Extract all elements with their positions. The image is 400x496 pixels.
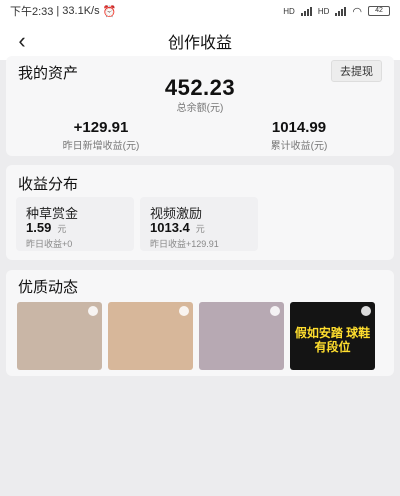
feed-card: 优质动态 假如安踏 球鞋有段位 bbox=[6, 270, 394, 376]
nav-bar: ‹ 创作收益 bbox=[0, 22, 400, 60]
video-icon bbox=[270, 306, 280, 316]
battery-icon: 42 bbox=[368, 6, 390, 16]
yesterday-earnings-value: +129.91 bbox=[73, 119, 129, 136]
dist-item-unit: 元 bbox=[195, 224, 205, 234]
distribution-card: 收益分布 种草赏金 1.59 元 昨日收益+0 视频激励 1013.4 元 昨日收益… bbox=[6, 165, 394, 260]
dist-item-sub: 昨日收益+0 bbox=[26, 239, 73, 249]
yesterday-earnings-label: 昨日新增收益(元) bbox=[62, 141, 140, 152]
alarm-icon: ⏰ bbox=[102, 5, 117, 18]
status-bar: 下午2:33 | 33.1K/s ⏰ HD HD ◠ 42 bbox=[0, 0, 400, 22]
balance-label: 总余额(元) bbox=[176, 103, 224, 114]
video-icon bbox=[179, 306, 189, 316]
back-button[interactable]: ‹ bbox=[10, 28, 34, 53]
back-arrow-icon: ‹ bbox=[18, 28, 26, 53]
feed-thumbnail[interactable]: 假如安踏 球鞋有段位 bbox=[290, 302, 375, 370]
dist-item-amount: 1013.4 bbox=[150, 220, 190, 235]
status-time: 下午2:33 bbox=[10, 6, 54, 18]
status-divider: | bbox=[56, 5, 60, 17]
dist-item-value: 1.59 元 bbox=[26, 220, 66, 235]
video-icon bbox=[361, 306, 371, 316]
video-icon bbox=[88, 306, 98, 316]
distribution-title: 收益分布 bbox=[18, 176, 79, 193]
total-earnings: 1014.99 累计收益(元) bbox=[204, 119, 394, 152]
dist-item-sub: 昨日收益+129.91 bbox=[150, 239, 219, 249]
feed-title: 优质动态 bbox=[18, 279, 79, 296]
dist-item-unit: 元 bbox=[57, 224, 67, 234]
dist-item-value: 1013.4 元 bbox=[150, 220, 205, 235]
feed-thumbnails: 假如安踏 球鞋有段位 bbox=[17, 302, 375, 370]
dist-item-amount: 1.59 bbox=[26, 220, 52, 235]
status-speed: 33.1K/s bbox=[62, 5, 100, 17]
feed-thumbnail[interactable] bbox=[108, 302, 193, 370]
total-earnings-label: 累计收益(元) bbox=[270, 141, 328, 152]
feed-thumbnail[interactable] bbox=[199, 302, 284, 370]
feed-thumbnail[interactable] bbox=[17, 302, 102, 370]
network-label-2: HD bbox=[317, 6, 330, 16]
dist-item-seeding-bounty[interactable]: 种草赏金 1.59 元 昨日收益+0 bbox=[16, 197, 134, 251]
thumbnail-caption: 假如安踏 球鞋有段位 bbox=[294, 326, 371, 354]
signal-icon-2 bbox=[335, 6, 347, 16]
page-title: 创作收益 bbox=[167, 35, 232, 52]
yesterday-earnings: +129.91 昨日新增收益(元) bbox=[6, 119, 196, 152]
network-label: HD bbox=[283, 6, 295, 16]
assets-card: 我的资产 去提现 452.23 总余额(元) +129.91 昨日新增收益(元)… bbox=[6, 56, 394, 156]
wifi-icon: ◠ bbox=[352, 5, 362, 18]
total-earnings-value: 1014.99 bbox=[271, 119, 327, 136]
dist-item-video-incentive[interactable]: 视频激励 1013.4 元 昨日收益+129.91 bbox=[140, 197, 258, 251]
balance-amount: 452.23 bbox=[164, 75, 236, 100]
signal-icon bbox=[300, 6, 312, 16]
